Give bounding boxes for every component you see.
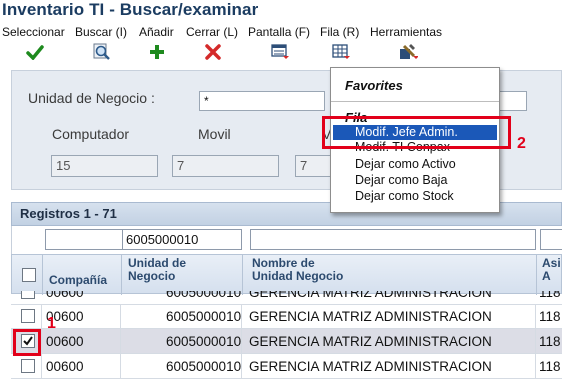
filter-nombre[interactable] — [250, 229, 536, 250]
table-row-selected[interactable]: 00600 6005000010 GERENCIA MATRIZ ADMINIS… — [11, 329, 562, 354]
row-menu-button[interactable]: Fila (R) — [320, 25, 359, 39]
close-icon[interactable] — [203, 43, 223, 61]
page-title: Inventario TI - Buscar/examinar — [2, 0, 259, 19]
annotation-box-1 — [13, 329, 41, 356]
unidad-input[interactable] — [199, 91, 325, 111]
annotation-box-2 — [322, 116, 511, 149]
filter-unidad[interactable] — [122, 229, 242, 250]
display-icon[interactable] — [270, 43, 290, 61]
movil-count: 7 — [172, 155, 279, 177]
header-unidad[interactable]: Unidad de Negocio — [128, 257, 186, 283]
row-checkbox[interactable] — [21, 291, 35, 299]
grid-header: Compañía Unidad de Negocio Nombre de Uni… — [11, 254, 562, 295]
computador-count: 15 — [51, 155, 158, 177]
unidad-label: Unidad de Negocio : — [28, 90, 155, 106]
header-asig[interactable]: Asi A — [542, 257, 561, 283]
tools-button[interactable]: Herramientas — [370, 25, 442, 39]
table-row[interactable]: 00600 6005000010 GERENCIA MATRIZ ADMINIS… — [11, 304, 562, 329]
tools-icon[interactable] — [398, 43, 418, 61]
search-button[interactable]: Buscar (I) — [75, 25, 127, 39]
menu-item-dejar-stock[interactable]: Dejar como Stock — [331, 189, 499, 204]
annotation-number-1: 1 — [47, 315, 56, 332]
search-icon[interactable] — [92, 43, 112, 61]
movil-label: Movil — [198, 126, 231, 142]
plus-icon[interactable] — [147, 43, 167, 61]
add-button[interactable]: Añadir — [139, 25, 174, 39]
row-checkbox[interactable] — [21, 309, 35, 323]
favorites-heading[interactable]: Favorites — [345, 78, 403, 93]
select-all-checkbox[interactable] — [22, 268, 36, 282]
header-compania[interactable]: Compañía — [49, 274, 107, 287]
table-row[interactable]: 00600 6005000010 GERENCIA MATRIZ ADMINIS… — [11, 354, 562, 379]
annotation-number-2: 2 — [517, 135, 526, 152]
grid-icon[interactable] — [331, 43, 351, 61]
menu-item-dejar-baja[interactable]: Dejar como Baja — [331, 173, 499, 188]
select-button[interactable]: Seleccionar — [2, 25, 65, 39]
secondary-input[interactable] — [499, 91, 527, 111]
checkmark-icon[interactable] — [25, 43, 45, 61]
computador-label: Computador — [52, 126, 130, 142]
third-count: 7 — [295, 155, 335, 177]
filter-asig[interactable] — [540, 229, 562, 250]
close-button[interactable]: Cerrar (L) — [186, 25, 238, 39]
menu-item-dejar-activo[interactable]: Dejar como Activo — [331, 157, 499, 172]
filter-compania[interactable] — [45, 229, 127, 250]
header-nombre[interactable]: Nombre de Unidad Negocio — [252, 257, 343, 283]
display-button[interactable]: Pantalla (F) — [248, 25, 310, 39]
table-row[interactable]: 00600 6005000010 GERENCIA MATRIZ ADMINIS… — [11, 291, 562, 305]
filter-row — [11, 226, 562, 254]
